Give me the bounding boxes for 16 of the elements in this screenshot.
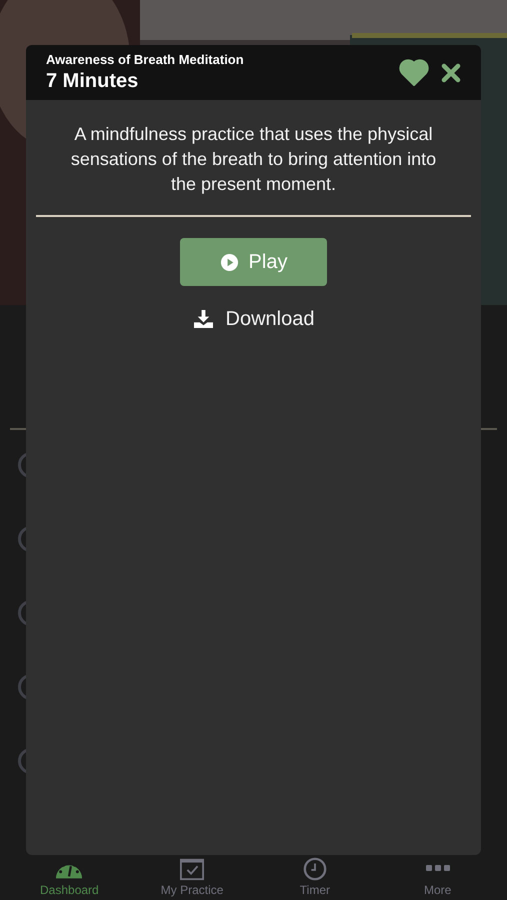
tab[interactable]: More: [376, 848, 499, 900]
clock-icon: [300, 857, 329, 881]
tab[interactable]: Timer: [254, 848, 376, 900]
calendar-icon: [178, 857, 206, 881]
duration-title: 7 Minutes: [46, 70, 140, 93]
tab[interactable]: My Practice: [130, 848, 254, 900]
play-icon: [220, 252, 239, 272]
tab[interactable]: Dashboard: [8, 848, 131, 900]
more-icon: [424, 863, 451, 873]
play-button[interactable]: Play: [180, 238, 327, 286]
close-icon[interactable]: [441, 62, 461, 82]
meditation-name: Awareness of Breath Meditation: [46, 52, 245, 67]
download-button[interactable]: Download: [188, 304, 318, 335]
download-icon: [192, 310, 214, 329]
description: A mindfulness practice that uses the physical sensations of the breath to bring attention into the present moment.: [70, 123, 438, 196]
heart-icon[interactable]: [399, 59, 429, 86]
